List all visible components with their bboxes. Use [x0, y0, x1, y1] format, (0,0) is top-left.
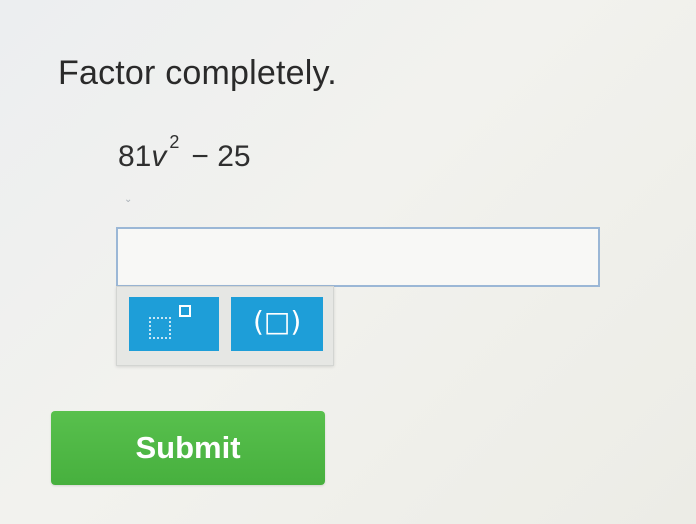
answer-input[interactable] — [116, 227, 600, 287]
cursor-marker: ⌄ — [124, 194, 133, 205]
exponent-button[interactable] — [129, 297, 219, 351]
question-prompt: Factor completely. — [58, 54, 337, 92]
expression-variable: v — [151, 140, 167, 173]
superscript-box-icon — [179, 305, 191, 317]
parentheses-button[interactable]: (□) — [231, 297, 323, 351]
math-toolbar: (□) — [116, 286, 334, 366]
expression-rest: − 25 — [191, 140, 251, 173]
superscript-template-icon — [149, 317, 171, 339]
parentheses-template-icon: (□) — [253, 305, 302, 338]
math-expression: 81v 2 − 25 — [118, 132, 251, 174]
expression-coefficient: 81 — [118, 140, 152, 173]
expression-exponent: 2 — [169, 132, 180, 152]
submit-button[interactable]: Submit — [51, 411, 325, 485]
